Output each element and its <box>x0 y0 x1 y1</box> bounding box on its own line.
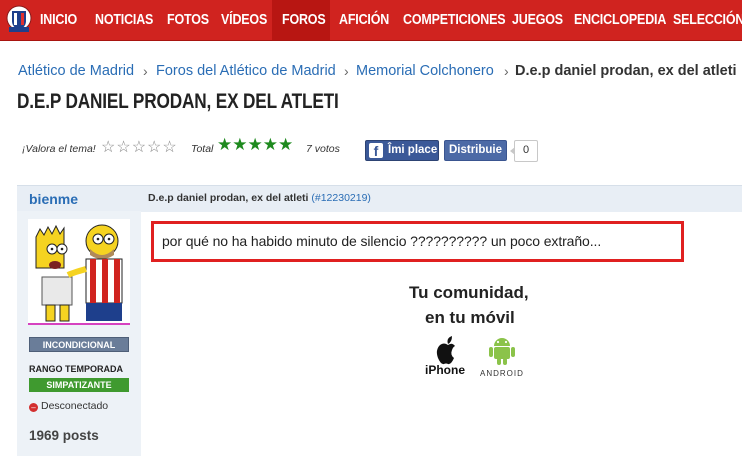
facebook-share-button[interactable]: Distribuie <box>444 140 507 161</box>
breadcrumb-link-memorial[interactable]: Memorial Colchonero <box>356 63 494 79</box>
star-filled-icon: ★ <box>278 135 294 154</box>
iphone-label[interactable]: iPhone <box>425 363 465 377</box>
rank-badge: SIMPATIZANTE <box>29 378 129 392</box>
breadcrumb-link-foros[interactable]: Foros del Atlético de Madrid <box>156 63 336 79</box>
club-crest-icon[interactable] <box>5 3 33 37</box>
star-outline-icon[interactable]: ☆ <box>101 139 116 156</box>
breadcrumb-link-club[interactable]: Atlético de Madrid <box>18 63 134 79</box>
post-subject: D.e.p daniel prodan, ex del atleti (#122… <box>148 192 371 204</box>
star-filled-icon: ★ <box>232 135 248 154</box>
nav-enciclopedia[interactable]: ENCICLOPEDIA <box>574 0 666 40</box>
star-filled-icon: ★ <box>247 135 263 154</box>
status-label: Desconectado <box>41 400 109 412</box>
promo-line-1: Tu comunidad, <box>409 283 529 302</box>
apple-icon[interactable] <box>434 335 462 365</box>
post-header <box>17 185 742 212</box>
nav-noticias[interactable]: NOTICIAS <box>95 0 153 40</box>
breadcrumb-current: D.e.p daniel prodan, ex del atleti <box>515 63 737 79</box>
nav-videos[interactable]: VÍDEOS <box>221 0 267 40</box>
avatar[interactable] <box>28 219 130 325</box>
rank-label: RANGO TEMPORADA <box>29 364 123 374</box>
nav-foros[interactable]: FOROS <box>282 0 326 40</box>
breadcrumb-separator: › <box>344 63 349 79</box>
star-outline-icon[interactable]: ☆ <box>147 139 162 156</box>
android-icon[interactable] <box>487 334 517 366</box>
nav-juegos[interactable]: JUEGOS <box>512 0 563 40</box>
votes-count: 7 votos <box>306 143 340 155</box>
facebook-icon: f <box>369 143 383 159</box>
star-outline-icon[interactable]: ☆ <box>116 139 131 156</box>
rating-total-stars: ★★★★★ <box>217 135 293 155</box>
star-filled-icon: ★ <box>262 135 278 154</box>
rate-prompt: ¡Valora el tema! <box>22 143 96 155</box>
android-label[interactable]: ANDROID <box>480 369 524 378</box>
nav-fotos[interactable]: FOTOS <box>167 0 209 40</box>
nav-competiciones[interactable]: COMPETICIONES <box>403 0 506 40</box>
nav-seleccion[interactable]: SELECCIÓN <box>673 0 742 40</box>
facebook-like-button[interactable]: f Îmi place <box>365 140 439 161</box>
nav-inicio[interactable]: INICIO <box>40 0 77 40</box>
offline-icon: – <box>29 403 38 412</box>
post-permalink[interactable]: (#12230219) <box>311 192 371 204</box>
nav-aficion[interactable]: AFICIÓN <box>339 0 389 40</box>
star-filled-icon: ★ <box>217 135 233 154</box>
top-nav-bar: INICIO NOTICIAS FOTOS VÍDEOS FOROS AFICI… <box>0 0 742 41</box>
user-badge: INCONDICIONAL <box>29 337 129 352</box>
breadcrumb-separator: › <box>504 63 509 79</box>
star-outline-icon[interactable]: ☆ <box>162 139 177 156</box>
rating-input-stars[interactable]: ☆☆☆☆☆ <box>101 137 178 157</box>
share-count: 0 <box>510 140 538 162</box>
total-label: Total <box>191 143 214 155</box>
star-outline-icon[interactable]: ☆ <box>132 139 147 156</box>
like-label: Îmi place <box>388 144 438 156</box>
post-subject-text: D.e.p daniel prodan, ex del atleti <box>148 192 309 204</box>
post-username[interactable]: bienme <box>29 191 78 207</box>
post-count: 1969 posts <box>29 428 99 443</box>
breadcrumb-separator: › <box>143 63 148 79</box>
page-title: D.E.P DANIEL PRODAN, EX DEL ATLETI <box>17 90 339 113</box>
online-status: – Desconectado <box>29 400 108 412</box>
promo-line-2: en tu móvil <box>425 308 515 327</box>
post-message: por qué no ha habido minuto de silencio … <box>162 233 602 249</box>
